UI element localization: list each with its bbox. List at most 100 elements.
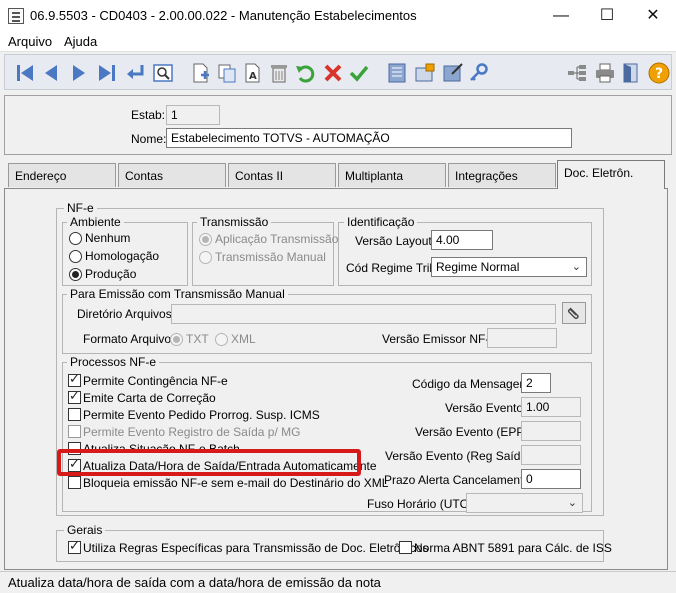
chk-permite-evento-registro-label: Permite Evento Registro de Saída p/ MG bbox=[83, 425, 301, 439]
formato-label: Formato Arquivo: bbox=[83, 332, 175, 346]
fuso-select[interactable]: ⌄ bbox=[466, 493, 583, 513]
help-icon[interactable]: ? bbox=[647, 61, 671, 85]
add-icon[interactable] bbox=[189, 61, 213, 85]
copy-icon[interactable] bbox=[215, 61, 239, 85]
menu-arquivo[interactable]: Arquivo bbox=[8, 34, 52, 49]
tab-endereco[interactable]: Endereço bbox=[8, 163, 116, 187]
minimize-button[interactable]: — bbox=[538, 0, 584, 32]
diretorio-field[interactable] bbox=[171, 304, 556, 324]
search-icon[interactable] bbox=[151, 61, 175, 85]
cancel-icon[interactable] bbox=[321, 61, 345, 85]
radio-transmissao-manual[interactable] bbox=[199, 251, 212, 264]
codigo-mensagem-field[interactable]: 2 bbox=[521, 373, 551, 393]
versao-emissor-field[interactable] bbox=[487, 328, 557, 348]
tab-contas-ii[interactable]: Contas II bbox=[228, 163, 336, 187]
status-bar: Atualiza data/hora de saída com a data/h… bbox=[0, 571, 676, 593]
codigo-mensagem-label: Código da Mensagem: bbox=[412, 377, 533, 391]
transmissao-title: Transmissão bbox=[197, 215, 272, 229]
menu-ajuda[interactable]: Ajuda bbox=[64, 34, 97, 49]
radio-homologacao-label: Homologação bbox=[85, 249, 160, 263]
chk-bloqueia-emissao[interactable] bbox=[68, 476, 81, 489]
edit-icon[interactable]: A bbox=[241, 61, 265, 85]
radio-producao-label: Produção bbox=[85, 267, 137, 281]
next-icon[interactable] bbox=[67, 61, 91, 85]
fuso-label: Fuso Horário (UTC): bbox=[367, 497, 476, 511]
exit-icon[interactable] bbox=[619, 61, 643, 85]
chk-utiliza-regras[interactable] bbox=[68, 539, 81, 554]
list-icon[interactable] bbox=[385, 61, 409, 85]
last-icon[interactable] bbox=[95, 61, 119, 85]
delete-icon[interactable] bbox=[267, 61, 291, 85]
radio-txt-label: TXT bbox=[186, 332, 209, 346]
identificacao-title: Identificação bbox=[344, 215, 418, 229]
chevron-down-icon: ⌄ bbox=[567, 496, 577, 509]
chk-emite-carta[interactable] bbox=[68, 389, 81, 404]
versao-evento-epp-label: Versão Evento (EPP): bbox=[415, 425, 532, 439]
menu-bar: Arquivo Ajuda bbox=[0, 32, 676, 52]
chk-permite-evento-registro[interactable] bbox=[68, 425, 81, 438]
save-icon[interactable] bbox=[347, 61, 371, 85]
emissao-manual-title: Para Emissão com Transmissão Manual bbox=[67, 287, 288, 301]
versao-layout-field[interactable]: 4.00 bbox=[431, 230, 493, 250]
clip-icon bbox=[567, 307, 579, 319]
radio-nenhum[interactable] bbox=[69, 232, 82, 245]
tree-icon[interactable] bbox=[565, 61, 589, 85]
tab-contas[interactable]: Contas bbox=[118, 163, 226, 187]
radio-txt[interactable] bbox=[170, 333, 183, 346]
gerais-title: Gerais bbox=[64, 523, 106, 537]
print-icon[interactable] bbox=[593, 61, 617, 85]
prazo-alerta-field[interactable]: 0 bbox=[521, 469, 581, 489]
versao-layout-label: Versão Layout: bbox=[355, 234, 436, 248]
report-icon[interactable] bbox=[441, 61, 465, 85]
key-icon[interactable] bbox=[467, 61, 491, 85]
chk-atualiza-situacao-label: Atualiza Situação NF-e Batch bbox=[83, 442, 240, 449]
radio-aplicacao-transmissao[interactable] bbox=[199, 233, 212, 246]
cod-regime-label: Cód Regime Trib: bbox=[346, 261, 440, 275]
first-icon[interactable] bbox=[13, 61, 37, 85]
goto-icon[interactable] bbox=[123, 61, 147, 85]
nome-label: Nome: bbox=[131, 132, 167, 146]
chk-permite-evento-prorrog-label: Permite Evento Pedido Prorrog. Susp. ICM… bbox=[83, 408, 320, 422]
toolbar: A ? bbox=[4, 54, 672, 90]
chk-permite-evento-prorrog[interactable] bbox=[68, 408, 81, 421]
chk-utiliza-regras-label: Utiliza Regras Específicas para Transmis… bbox=[83, 541, 429, 555]
window-title: 06.9.5503 - CD0403 - 2.00.00.022 - Manut… bbox=[30, 8, 417, 23]
ambiente-title: Ambiente bbox=[67, 215, 124, 229]
undo-icon[interactable] bbox=[293, 61, 317, 85]
cod-regime-select[interactable]: Regime Normal ⌄ bbox=[431, 257, 587, 277]
versao-evento-field[interactable]: 1.00 bbox=[521, 397, 581, 417]
chk-permite-contingencia[interactable] bbox=[68, 372, 81, 387]
versao-emissor-label: Versão Emissor NF-e: bbox=[382, 332, 500, 346]
maximize-button[interactable]: ☐ bbox=[584, 0, 630, 32]
radio-xml[interactable] bbox=[215, 333, 228, 346]
chk-norma-abnt-label: Norma ABNT 5891 para Cálc. de ISS bbox=[414, 541, 612, 555]
versao-evento-reg-field[interactable] bbox=[521, 445, 581, 465]
svg-text:?: ? bbox=[655, 66, 663, 82]
nome-field[interactable]: Estabelecimento TOTVS - AUTOMAÇÃO bbox=[166, 128, 572, 148]
tab-doc-eletron[interactable]: Doc. Eletrôn. bbox=[557, 160, 665, 189]
processos-title: Processos NF-e bbox=[67, 355, 160, 369]
chk-bloqueia-emissao-label: Bloqueia emissão NF-e sem e-mail do Dest… bbox=[83, 476, 389, 490]
estab-field[interactable]: 1 bbox=[166, 105, 220, 125]
radio-nenhum-label: Nenhum bbox=[85, 231, 131, 245]
radio-producao[interactable] bbox=[69, 268, 82, 281]
browse-button[interactable] bbox=[562, 302, 586, 324]
chk-norma-abnt[interactable] bbox=[399, 541, 412, 554]
zoom-icon[interactable] bbox=[413, 61, 437, 85]
radio-homologacao[interactable] bbox=[69, 250, 82, 263]
previous-icon[interactable] bbox=[39, 61, 63, 85]
tab-integracoes[interactable]: Integrações bbox=[448, 163, 556, 187]
title-bar: 06.9.5503 - CD0403 - 2.00.00.022 - Manut… bbox=[0, 0, 676, 32]
radio-transmissao-manual-label: Transmissão Manual bbox=[215, 250, 326, 264]
versao-evento-epp-field[interactable] bbox=[521, 421, 581, 441]
versao-evento-reg-label: Versão Evento (Reg Saída): bbox=[385, 449, 535, 463]
radio-xml-label: XML bbox=[231, 332, 256, 346]
versao-evento-label: Versão Evento: bbox=[445, 401, 527, 415]
close-button[interactable]: ✕ bbox=[630, 0, 676, 32]
radio-aplicacao-transmissao-label: Aplicação Transmissão bbox=[215, 232, 339, 246]
highlight-box bbox=[57, 449, 361, 476]
prazo-alerta-label: Prazo Alerta Cancelamento: bbox=[384, 473, 534, 487]
chevron-down-icon: ⌄ bbox=[571, 260, 581, 273]
nfe-group-title: NF-e bbox=[64, 201, 97, 215]
tab-multiplanta[interactable]: Multiplanta bbox=[338, 163, 446, 187]
